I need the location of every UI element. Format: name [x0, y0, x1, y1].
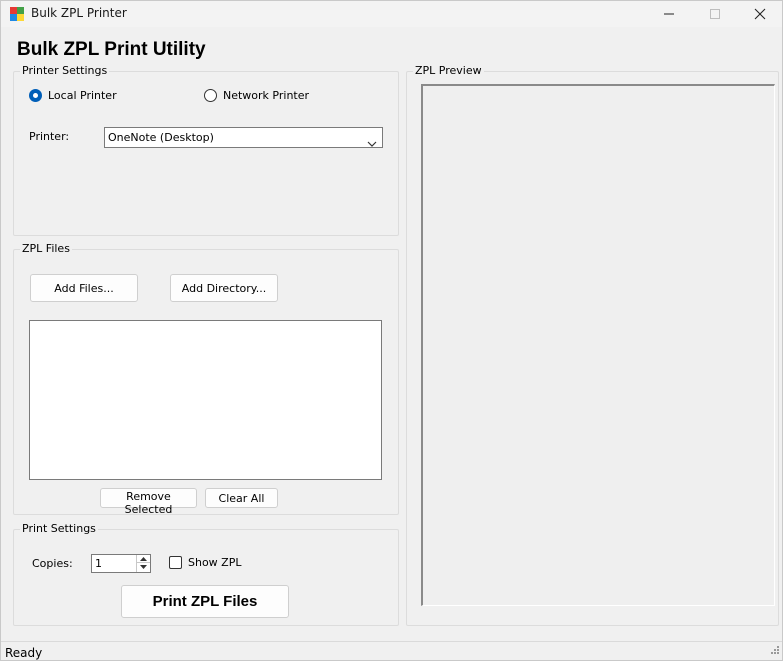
- print-settings-label: Print Settings: [20, 522, 98, 535]
- printer-app-icon: [10, 7, 24, 21]
- minimize-button[interactable]: [646, 1, 692, 27]
- printer-settings-group: Printer Settings Local Printer Network P…: [13, 65, 399, 236]
- remove-selected-button[interactable]: Remove Selected: [100, 488, 197, 516]
- zpl-preview-group: ZPL Preview: [406, 65, 779, 626]
- copies-value[interactable]: 1: [95, 557, 102, 570]
- local-printer-radio[interactable]: Local Printer: [29, 89, 117, 102]
- title-bar[interactable]: Bulk ZPL Printer: [1, 1, 782, 27]
- chevron-down-icon: [367, 134, 377, 153]
- status-bar: Ready: [1, 641, 782, 660]
- network-printer-label: Network Printer: [223, 89, 310, 102]
- show-zpl-checkbox[interactable]: Show ZPL: [169, 556, 241, 569]
- clear-all-button[interactable]: Clear All: [205, 488, 278, 508]
- maximize-button[interactable]: [692, 1, 738, 27]
- printer-settings-label: Printer Settings: [20, 64, 110, 77]
- app-heading: Bulk ZPL Print Utility: [17, 39, 206, 60]
- copies-decrement-button[interactable]: [137, 563, 150, 571]
- copies-label: Copies:: [32, 557, 73, 570]
- add-files-button[interactable]: Add Files...: [30, 274, 138, 302]
- zpl-files-list[interactable]: [29, 320, 382, 480]
- printer-label: Printer:: [29, 130, 70, 143]
- network-printer-radio-dot[interactable]: [204, 89, 217, 102]
- network-printer-radio[interactable]: Network Printer: [204, 89, 309, 102]
- add-directory-button[interactable]: Add Directory...: [170, 274, 278, 302]
- caret-up-icon: [140, 557, 147, 561]
- print-settings-group: Print Settings Copies: 1 Show ZPL Print …: [13, 523, 399, 626]
- zpl-preview-label: ZPL Preview: [413, 64, 484, 77]
- caret-down-icon: [140, 565, 147, 569]
- main-window: Bulk ZPL Printer Bulk ZPL Print Utility …: [0, 0, 783, 661]
- local-printer-radio-dot[interactable]: [29, 89, 42, 102]
- maximize-icon: [710, 9, 720, 19]
- minimize-icon: [664, 13, 674, 15]
- show-zpl-label: Show ZPL: [188, 556, 242, 569]
- zpl-preview-area[interactable]: [421, 84, 775, 606]
- window-title: Bulk ZPL Printer: [31, 6, 127, 20]
- show-zpl-check-box[interactable]: [169, 556, 182, 569]
- copies-increment-button[interactable]: [137, 555, 150, 563]
- zpl-files-group: ZPL Files Add Files... Add Directory... …: [13, 243, 399, 516]
- close-icon: [754, 8, 766, 20]
- copies-spinner: [136, 555, 150, 572]
- close-button[interactable]: [737, 1, 783, 27]
- resize-grip-icon[interactable]: [769, 644, 780, 658]
- copies-stepper[interactable]: 1: [91, 554, 151, 573]
- printer-select-value: OneNote (Desktop): [108, 131, 214, 144]
- local-printer-label: Local Printer: [48, 89, 117, 102]
- zpl-files-label: ZPL Files: [20, 242, 72, 255]
- print-zpl-files-button[interactable]: Print ZPL Files: [121, 585, 289, 618]
- status-text: Ready: [5, 646, 43, 660]
- printer-select[interactable]: OneNote (Desktop): [104, 127, 383, 148]
